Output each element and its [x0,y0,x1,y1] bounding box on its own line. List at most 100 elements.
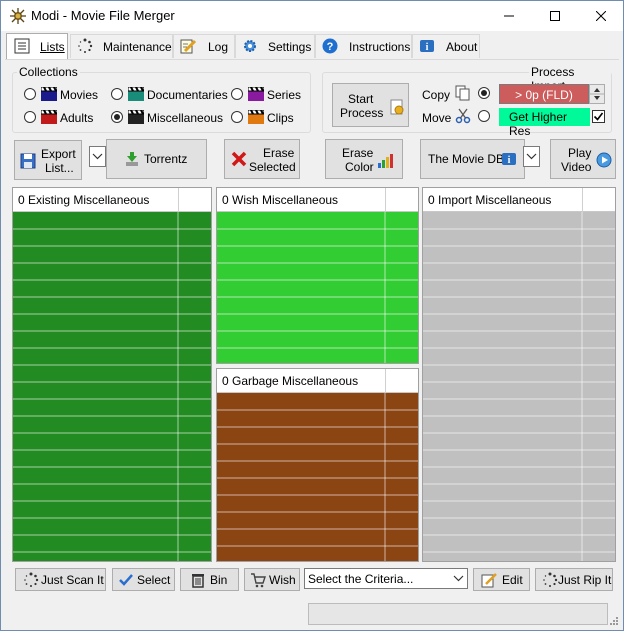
import-list-header: 0 Import Miscellaneous [423,188,615,212]
export-dropdown[interactable] [89,146,106,167]
clapperboard-black-icon [128,110,144,124]
erase-color-line2: Color [345,160,374,174]
scissors-icon [455,108,471,124]
minimize-button[interactable] [486,1,532,31]
maximize-button[interactable] [532,1,578,31]
moviedb-dropdown[interactable] [523,146,540,167]
just-scan-label: Just Scan It [41,573,104,587]
pencil-note-icon [180,39,196,54]
checkmark-icon [119,574,133,586]
radio-move[interactable] [478,110,490,122]
tab-log[interactable]: Log [173,34,235,58]
resize-grip-icon[interactable] [607,616,619,628]
radio-series[interactable] [231,88,243,100]
bin-label: Bin [210,573,228,587]
criteria-select-value: Select the Criteria... [308,572,414,586]
garbage-list[interactable]: 0 Garbage Miscellaneous [216,368,419,562]
move-label: Move [422,111,452,125]
tab-log-label: Log [208,40,229,54]
status-bar [1,599,623,630]
list-background [217,212,418,363]
collection-clips-label: Clips [267,111,294,125]
edit-button[interactable]: Edit [473,568,530,591]
radio-movies[interactable] [24,88,36,100]
wish-list-title: 0 Wish Miscellaneous [222,193,339,207]
import-list[interactable]: 0 Import Miscellaneous [422,187,616,562]
wish-label: Wish [269,573,296,587]
higher-res-toggle[interactable]: Get Higher Res [499,108,590,138]
resolution-spinner[interactable] [589,84,605,104]
radio-copy[interactable] [478,87,490,99]
erase-selected-button[interactable]: Erase Selected [224,139,300,179]
main-window: Modi - Movie File Merger Lists Maintenan… [0,0,624,631]
import-list-rows [423,212,615,561]
existing-list[interactable]: 0 Existing Miscellaneous [12,187,212,562]
lists-panel: Collections Movies Documentaries Series [5,59,619,596]
play-video-button[interactable]: Play Video [550,139,616,179]
tab-instructions[interactable]: ? Instructions [315,34,412,58]
trash-bin-icon [192,574,204,588]
start-process-line2: Process [340,106,384,120]
just-rip-button[interactable]: Just Rip It [535,568,613,591]
tab-about[interactable]: i About [412,34,480,58]
wish-list[interactable]: 0 Wish Miscellaneous [216,187,419,364]
existing-list-title: 0 Existing Miscellaneous [18,193,150,207]
radio-adults[interactable] [24,111,36,123]
spinner-icon [78,38,93,53]
chevron-down-icon [453,575,464,582]
radio-documentaries[interactable] [111,88,123,100]
higher-res-checkbox[interactable] [592,110,605,123]
maximize-icon [550,11,560,21]
torrentz-button[interactable]: Torrentz [106,139,207,179]
tab-instructions-label: Instructions [349,40,411,54]
play-icon [596,152,612,168]
copy-label: Copy [422,88,451,102]
close-button[interactable] [578,1,624,31]
collection-series-label: Series [267,88,302,102]
wish-button[interactable]: Wish [244,568,300,591]
gear-icon [244,40,256,52]
tab-lists[interactable]: Lists [6,33,68,59]
checklist-icon [14,38,30,54]
spinner-icon [24,572,39,587]
radio-clips[interactable] [231,111,243,123]
tab-maintenance-label: Maintenance [103,40,172,54]
tab-maintenance[interactable]: Maintenance [70,34,173,58]
checkmark-icon [593,112,604,121]
garbage-list-title: 0 Garbage Miscellaneous [222,374,359,388]
svg-text:i: i [508,155,511,166]
import-list-title: 0 Import Miscellaneous [428,193,552,207]
moviedb-label: The Movie DB [428,152,505,166]
select-button[interactable]: Select [112,568,175,591]
export-line1: Export [41,147,76,161]
erase-color-button[interactable]: Erase Color [325,139,403,179]
radio-miscellaneous[interactable] [111,111,123,123]
help-icon: ? [322,38,338,54]
erase-selected-line1: Erase [263,146,295,160]
floppy-save-icon [20,153,36,169]
download-icon [126,152,138,166]
wish-list-rows [217,212,418,363]
copy-icon [455,85,470,101]
red-x-icon [231,151,247,167]
edit-icon [481,573,497,588]
info-icon: i [502,153,516,166]
progress-bar [308,603,608,625]
export-list-button[interactable]: Export List... [14,140,82,180]
moviedb-button[interactable]: The Movie DB i [420,139,525,179]
bin-button[interactable]: Bin [180,568,239,591]
garbage-list-rows [217,393,418,561]
resolution-field[interactable]: > 0p (FLD) [499,84,589,104]
criteria-select[interactable]: Select the Criteria... [304,568,468,589]
play-video-line1: Play [568,146,592,160]
just-scan-button[interactable]: Just Scan It [15,568,106,591]
play-video-line2: Video [561,160,592,174]
collection-movies-label: Movies [60,88,99,102]
svg-text:i: i [426,42,429,53]
collection-adults-label: Adults [60,111,94,125]
garbage-list-header: 0 Garbage Miscellaneous [217,369,418,393]
chevron-down-icon [92,153,103,160]
tab-settings[interactable]: Settings [235,34,315,58]
start-process-button[interactable]: Start Process [332,83,409,127]
erase-color-line1: Erase [342,146,374,160]
